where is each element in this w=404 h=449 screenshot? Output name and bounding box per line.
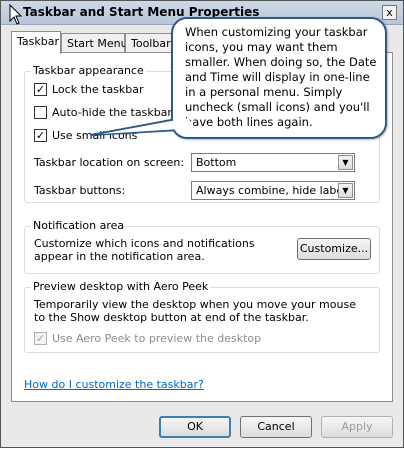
location-value: Bottom [196,156,237,169]
customize-button[interactable]: Customize... [297,238,371,260]
chevron-down-icon[interactable]: ▼ [338,183,353,198]
tab-taskbar[interactable]: Taskbar [11,31,61,54]
aero-peek-checkbox[interactable]: ✓ [34,332,47,345]
notification-description: Customize which icons and notifications … [34,237,255,263]
tab-start-menu[interactable]: Start Menu [61,33,128,53]
checkmark-icon: ✓ [35,129,46,142]
group-label: Taskbar appearance [31,64,146,77]
lock-taskbar-label: Lock the taskbar [52,83,144,96]
callout-text: When customizing your taskbar icons, you… [185,25,377,129]
checkmark-icon: ✓ [35,332,46,345]
notification-area-group: Notification area Customize which icons … [24,219,380,274]
location-select[interactable]: Bottom ▼ [191,153,355,172]
buttons-value: Always combine, hide labels [196,184,352,197]
checkmark-icon: ✓ [35,83,46,96]
small-icons-checkbox[interactable]: ✓ [34,129,47,142]
close-icon: x [386,6,393,19]
tab-label: Start Menu [67,37,128,50]
ok-button[interactable]: OK [159,416,231,438]
tab-label: Taskbar [17,35,59,48]
aero-peek-description: Temporarily view the desktop when you mo… [34,298,356,324]
aero-peek-group: Preview desktop with Aero Peek Temporari… [24,280,380,353]
tab-label: Toolbars [131,37,177,50]
auto-hide-checkbox[interactable] [34,106,47,119]
tip-callout: When customizing your taskbar icons, you… [171,17,387,139]
close-button[interactable]: x [382,5,397,20]
apply-button[interactable]: Apply [321,416,393,438]
chevron-down-icon[interactable]: ▼ [338,155,353,170]
mouse-cursor-icon [9,4,23,25]
auto-hide-label: Auto-hide the taskbar [52,106,172,119]
aero-peek-label: Use Aero Peek to preview the desktop [52,332,262,345]
properties-dialog: Taskbar and Start Menu Properties x Task… [0,0,404,448]
cancel-button[interactable]: Cancel [240,416,312,438]
help-link[interactable]: How do I customize the taskbar? [24,378,204,391]
small-icons-label: Use small icons [52,129,138,142]
lock-taskbar-checkbox[interactable]: ✓ [34,83,47,96]
group-label: Preview desktop with Aero Peek [31,280,211,293]
location-label: Taskbar location on screen: [34,156,185,169]
taskbar-buttons-select[interactable]: Always combine, hide labels ▼ [191,181,355,200]
group-label: Notification area [31,219,127,232]
buttons-label: Taskbar buttons: [34,184,126,197]
